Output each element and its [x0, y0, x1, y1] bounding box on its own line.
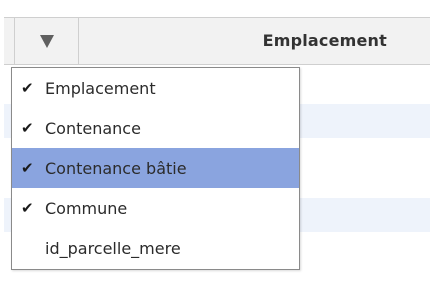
menu-item-emplacement[interactable]: ✔ Emplacement [12, 68, 299, 108]
menu-item-label: Contenance [45, 118, 141, 138]
menu-item-label: Contenance bâtie [45, 158, 187, 178]
menu-item-contenance-batie[interactable]: ✔ Contenance bâtie [12, 148, 299, 188]
checkmark-icon: ✔ [21, 158, 34, 177]
menu-item-label: id_parcelle_mere [45, 238, 181, 258]
dropdown-triangle-icon [39, 34, 54, 48]
checkmark-icon: ✔ [21, 78, 34, 97]
checkmark-icon: ✔ [21, 198, 34, 217]
checkmark-icon: ✔ [21, 118, 34, 137]
menu-item-id-parcelle-mere[interactable]: id_parcelle_mere [12, 228, 299, 268]
grid-panel: Emplacement ✔ Emplacement ✔ Contenance ✔… [0, 0, 430, 282]
grid-header: Emplacement [4, 17, 430, 65]
column-menu-button[interactable] [14, 18, 79, 64]
column-visibility-menu: ✔ Emplacement ✔ Contenance ✔ Contenance … [11, 67, 300, 270]
column-header-emplacement[interactable]: Emplacement [263, 18, 387, 64]
menu-item-label: Commune [45, 198, 128, 218]
menu-item-label: Emplacement [45, 78, 156, 98]
menu-item-contenance[interactable]: ✔ Contenance [12, 108, 299, 148]
menu-item-commune[interactable]: ✔ Commune [12, 188, 299, 228]
